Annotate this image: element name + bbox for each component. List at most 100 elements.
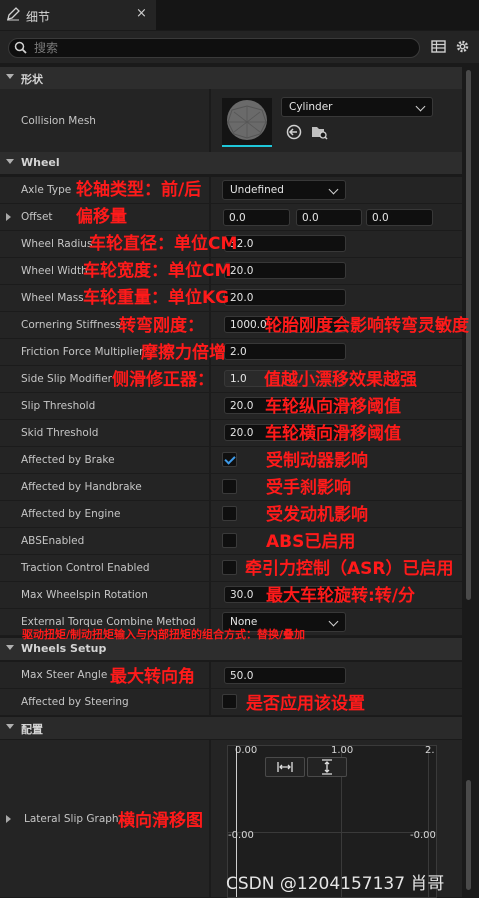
axle-type-dropdown[interactable]: Undefined xyxy=(222,180,346,200)
tab-title: 细节 xyxy=(26,10,51,24)
annotation-torque-combine: 驱动扭矩/制动扭矩输入与内部扭矩的组合方式：替换/叠加 xyxy=(22,628,306,641)
max-steer-angle-field[interactable]: 50.0 xyxy=(224,667,346,684)
annotation-wheel-width: 车轮宽度：单位CM xyxy=(83,261,232,281)
use-selected-asset-icon[interactable] xyxy=(286,124,302,140)
annotation-slip-threshold: 车轮纵向滑移阈值 xyxy=(265,397,401,417)
lateral-slip-graph-label: Lateral Slip Graph xyxy=(24,813,119,825)
section-wheel-header[interactable]: Wheel xyxy=(0,152,462,174)
offset-y-field[interactable]: 0.0 xyxy=(296,209,362,226)
wheel-mass-label: Wheel Mass xyxy=(21,292,84,304)
graph-label-bottom-left: -0.00 xyxy=(228,830,254,841)
wheel-mass-field[interactable]: 20.0 xyxy=(224,289,346,306)
collision-mesh-dropdown[interactable]: Cylinder xyxy=(281,97,433,117)
wheel-radius-label: Wheel Radius xyxy=(21,238,93,250)
axle-type-value: Undefined xyxy=(230,184,284,196)
inner-scrollbar-thumb[interactable] xyxy=(466,780,471,890)
affected-by-engine-row: Affected by Engine xyxy=(0,501,462,528)
graph-label-top-right: 2. xyxy=(425,745,435,756)
collapse-arrow-icon xyxy=(6,74,14,79)
chevron-down-icon xyxy=(328,184,339,195)
collapse-arrow-icon xyxy=(6,724,14,729)
wheel-width-field[interactable]: 20.0 xyxy=(224,262,346,279)
wheel-width-label: Wheel Width xyxy=(21,265,88,277)
details-tab[interactable]: 细节 × xyxy=(0,0,156,30)
section-config-title: 配置 xyxy=(21,723,43,736)
annotation-axle-type: 轮轴类型：前/后 xyxy=(76,180,202,200)
chevron-down-icon xyxy=(415,101,426,112)
friction-force-label: Friction Force Multiplier xyxy=(21,346,144,358)
offset-z-field[interactable]: 0.0 xyxy=(366,209,433,226)
annotation-side-slip-detail: 值越小漂移效果越强 xyxy=(264,370,417,390)
offset-row: Offset 0.0 0.0 0.0 xyxy=(0,204,462,231)
chevron-down-icon xyxy=(328,616,339,627)
side-slip-value: 1.0 xyxy=(230,373,247,385)
tab-close-button[interactable]: × xyxy=(136,6,147,21)
annotation-friction: 摩擦力倍增 xyxy=(141,343,226,363)
search-box[interactable] xyxy=(8,38,420,58)
friction-force-field[interactable]: 2.0 xyxy=(224,343,346,360)
graph-gridline xyxy=(228,832,436,833)
section-wheel-title: Wheel xyxy=(21,156,60,169)
expand-arrow-icon[interactable] xyxy=(6,815,11,823)
offset-x-field[interactable]: 0.0 xyxy=(223,209,290,226)
annotation-cornering: 转弯刚度： xyxy=(119,316,204,336)
affected-by-steering-label: Affected by Steering xyxy=(21,696,129,708)
max-steer-angle-label: Max Steer Angle xyxy=(21,669,108,681)
settings-gear-icon[interactable] xyxy=(455,39,470,54)
affected-by-handbrake-checkbox[interactable] xyxy=(222,479,237,494)
annotation-side-slip: 侧滑修正器： xyxy=(112,370,214,390)
collision-mesh-value: Cylinder xyxy=(289,101,333,113)
section-shape-header[interactable]: 形状 xyxy=(0,67,462,89)
graph-label-top-mid: 1.00 xyxy=(331,745,354,756)
affected-by-engine-label: Affected by Engine xyxy=(21,508,121,520)
axle-type-row: Axle Type Undefined xyxy=(0,177,462,204)
mesh-thumbnail[interactable] xyxy=(222,98,272,147)
section-shape-title: 形状 xyxy=(21,73,43,86)
table-view-icon[interactable] xyxy=(431,39,446,54)
affected-by-steering-checkbox[interactable] xyxy=(222,694,237,709)
abs-enabled-label: ABSEnabled xyxy=(21,535,85,547)
collision-mesh-row: Collision Mesh Cylinder xyxy=(0,89,462,154)
offset-label: Offset xyxy=(21,211,53,223)
annotation-handbrake: 受手刹影响 xyxy=(266,478,351,498)
search-icon xyxy=(14,41,27,54)
tab-bar: 细节 × xyxy=(0,0,479,30)
collapse-arrow-icon xyxy=(6,645,14,650)
expand-arrow-icon[interactable] xyxy=(6,213,11,221)
annotation-wheel-mass: 车轮重量：单位KG xyxy=(83,288,230,308)
annotation-abs: ABS已启用 xyxy=(266,532,356,552)
torque-combine-label: External Torque Combine Method xyxy=(21,616,196,628)
checkmark-icon xyxy=(224,453,236,465)
section-wheels-setup-header[interactable]: Wheels Setup xyxy=(0,638,462,660)
section-wheels-setup-title: Wheels Setup xyxy=(21,642,107,655)
fit-horizontal-button[interactable] xyxy=(265,757,305,777)
traction-control-checkbox[interactable] xyxy=(222,560,237,575)
annotation-traction: 牵引力控制（ASR）已启用 xyxy=(245,559,454,579)
annotation-max-wheelspin: 最大车轮旋转:转/分 xyxy=(266,586,416,606)
annotation-brake: 受制动器影响 xyxy=(266,451,368,471)
graph-label-bottom-right: -0.00 xyxy=(410,830,436,841)
abs-enabled-row: ABSEnabled xyxy=(0,528,462,555)
affected-by-engine-checkbox[interactable] xyxy=(222,506,237,521)
affected-by-handbrake-label: Affected by Handbrake xyxy=(21,481,142,493)
abs-enabled-checkbox[interactable] xyxy=(222,533,237,548)
slip-threshold-label: Slip Threshold xyxy=(21,400,96,412)
wheel-radius-field[interactable]: 32.0 xyxy=(224,235,346,252)
cornering-stiffness-label: Cornering Stiffness xyxy=(21,319,121,331)
search-input[interactable] xyxy=(34,40,404,56)
affected-by-brake-label: Affected by Brake xyxy=(21,454,115,466)
affected-by-brake-checkbox[interactable] xyxy=(222,452,237,467)
affected-by-brake-row: Affected by Brake xyxy=(0,447,462,474)
fit-vertical-button[interactable] xyxy=(307,757,347,777)
section-config-header[interactable]: 配置 xyxy=(0,717,462,739)
axle-type-label: Axle Type xyxy=(21,184,72,196)
annotation-cornering-detail: 轮胎刚度会影响转弯灵敏度 xyxy=(265,316,469,336)
browse-asset-folder-icon[interactable] xyxy=(311,124,329,140)
edit-pencil-icon xyxy=(7,7,20,21)
affected-by-handbrake-row: Affected by Handbrake xyxy=(0,474,462,501)
annotation-offset: 偏移量 xyxy=(76,207,127,227)
side-slip-label: Side Slip Modifier xyxy=(21,373,113,385)
graph-label-top-left: 0.00 xyxy=(235,745,258,756)
fit-horizontal-icon xyxy=(277,762,293,772)
max-wheelspin-label: Max Wheelspin Rotation xyxy=(21,589,148,601)
